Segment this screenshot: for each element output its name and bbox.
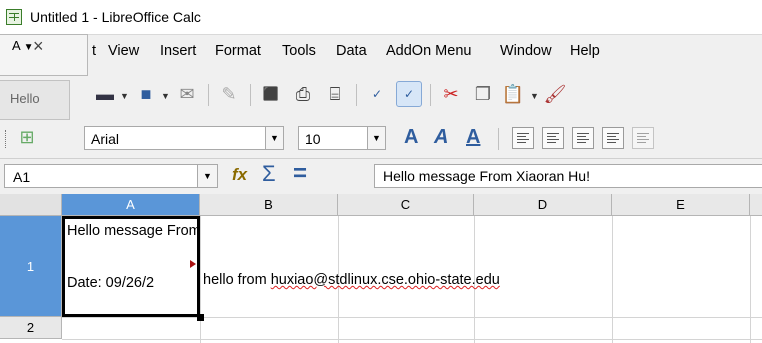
chevron-down-icon[interactable]: ▼ [197,165,217,187]
align-center-icon[interactable] [542,127,564,149]
menu-edit-partial[interactable]: t [92,43,96,59]
print-preview-icon[interactable]: ⌸ [322,81,348,107]
cut-icon[interactable]: ✂ [438,81,464,107]
name-box[interactable]: A1 ▼ [4,164,218,188]
panel-dropdown[interactable]: A ▼ [12,38,34,53]
cell-b1-prefix: hello from [203,272,271,288]
spreadsheet-grid[interactable]: A B C D E 1 2 Hello message From Xiaoran… [0,194,762,343]
chevron-down-icon[interactable]: ▼ [161,91,170,101]
print-icon[interactable]: ⎙ [290,81,316,107]
pdf-export-icon[interactable]: ⬛ [258,81,284,107]
column-header-b[interactable]: B [200,194,338,216]
merge-cells-icon[interactable] [632,127,654,149]
menu-data-label: Data [336,43,367,59]
menu-data[interactable]: Data [336,43,367,59]
grid-line [200,216,201,343]
panel-label: A [12,38,20,53]
menu-tools-label: Tools [282,43,316,59]
menu-help-label: Help [570,43,600,59]
grid-line [62,317,762,318]
column-header-a[interactable]: A [62,194,200,216]
menu-help[interactable]: Help [570,43,600,59]
cell-reference: A1 [13,169,31,185]
menu-addon[interactable]: AddOn Menu [386,43,471,59]
align-right-icon[interactable] [572,127,594,149]
menu-insert-label: Insert [160,43,197,59]
comment-indicator-icon[interactable] [190,260,196,268]
row-header-1[interactable]: 1 [0,216,62,317]
menu-tools[interactable]: Tools [282,43,316,59]
formatting-toolbar: ⊞ Arial ▼ 10 ▼ A A A [0,118,762,158]
toolbar-grip[interactable] [5,130,8,148]
font-name-combo[interactable]: Arial ▼ [84,126,284,150]
paste-icon[interactable]: 📋 [500,81,526,107]
close-icon[interactable]: × [33,36,44,57]
toolbar-separator [356,84,357,106]
autospellcheck-icon[interactable]: ✓ [396,81,422,107]
justify-icon[interactable] [602,127,624,149]
formula-bar: A1 ▼ fx Σ = [0,158,762,194]
title-bar: Untitled 1 - LibreOffice Calc [0,0,762,34]
spellcheck-icon[interactable]: ✓ [364,81,390,107]
cell-a1-line1: Hello message From Xiaoran Hu! [67,223,200,239]
standard-toolbar: ▬ ▼ ■ ▼ ✉ ✎ ⬛ ⎙ ⌸ ✓ ✓ ✂ ❐ 📋 ▼ 🖌 [0,72,762,118]
cell-a1[interactable]: Hello message From Xiaoran Hu! Date: 09/… [62,216,200,317]
column-header-c[interactable]: C [338,194,474,216]
grid-line [62,339,762,340]
calc-app-icon [6,9,22,25]
cell-b1-email: huxiao@stdlinux.cse.ohio-state.edu [270,272,500,288]
grid-line [612,216,613,343]
function-wizard-icon[interactable]: fx [232,165,247,185]
column-header-e[interactable]: E [612,194,750,216]
column-header-f[interactable] [750,194,762,216]
mail-icon[interactable]: ✉ [174,81,200,107]
formula-input-line[interactable] [374,164,762,188]
bold-icon[interactable]: A [404,126,418,149]
toolbar-separator [430,84,431,106]
font-name-value: Arial [91,131,120,147]
menu-view-label: View [108,43,140,59]
italic-icon[interactable]: A [434,126,448,149]
column-header-d[interactable]: D [474,194,612,216]
menu-bar: t View Insert Format Tools Data AddOn Me… [0,34,762,72]
function-icon[interactable]: = [293,160,307,188]
chevron-down-icon[interactable]: ▼ [367,127,385,149]
cell-b1[interactable]: hello from huxiao@stdlinux.cse.ohio-stat… [203,272,500,288]
edit-file-icon[interactable]: ✎ [216,81,242,107]
chevron-down-icon: ▼ [23,42,34,53]
folder-icon[interactable]: ▬ [92,81,118,107]
toolbar-separator [498,128,499,150]
menu-addon-label: AddOn Menu [386,43,472,59]
sum-icon[interactable]: Σ [262,161,276,187]
menu-window-label: Window [500,43,552,59]
chevron-down-icon[interactable]: ▼ [120,91,129,101]
floating-panel: A ▼ × [0,34,88,76]
copy-icon[interactable]: ❐ [470,81,496,107]
chevron-down-icon[interactable]: ▼ [530,91,539,101]
styles-icon[interactable]: ⊞ [14,124,40,150]
select-all-corner[interactable] [0,194,62,216]
align-left-icon[interactable] [512,127,534,149]
toolbar-separator [208,84,209,106]
font-size-value: 10 [305,131,321,147]
hello-panel[interactable]: Hello [0,80,70,120]
save-icon[interactable]: ■ [133,81,159,107]
fill-handle[interactable] [197,314,204,321]
underline-icon[interactable]: A [466,126,480,149]
menu-format[interactable]: Format [215,43,261,59]
menu-window[interactable]: Window [500,43,552,59]
font-size-combo[interactable]: 10 ▼ [298,126,386,150]
clone-formatting-icon[interactable]: 🖌 [542,81,568,107]
menu-format-label: Format [215,43,261,59]
window-title: Untitled 1 - LibreOffice Calc [30,9,201,25]
menu-view[interactable]: View [108,43,139,59]
grid-line [750,216,751,343]
hello-label: Hello [10,91,40,106]
formula-input[interactable] [383,168,753,184]
row-header-2[interactable]: 2 [0,317,62,339]
cell-a1-line2: Date: 09/26/2 [67,275,155,291]
chevron-down-icon[interactable]: ▼ [265,127,283,149]
menu-insert[interactable]: Insert [160,43,196,59]
toolbar-separator [250,84,251,106]
